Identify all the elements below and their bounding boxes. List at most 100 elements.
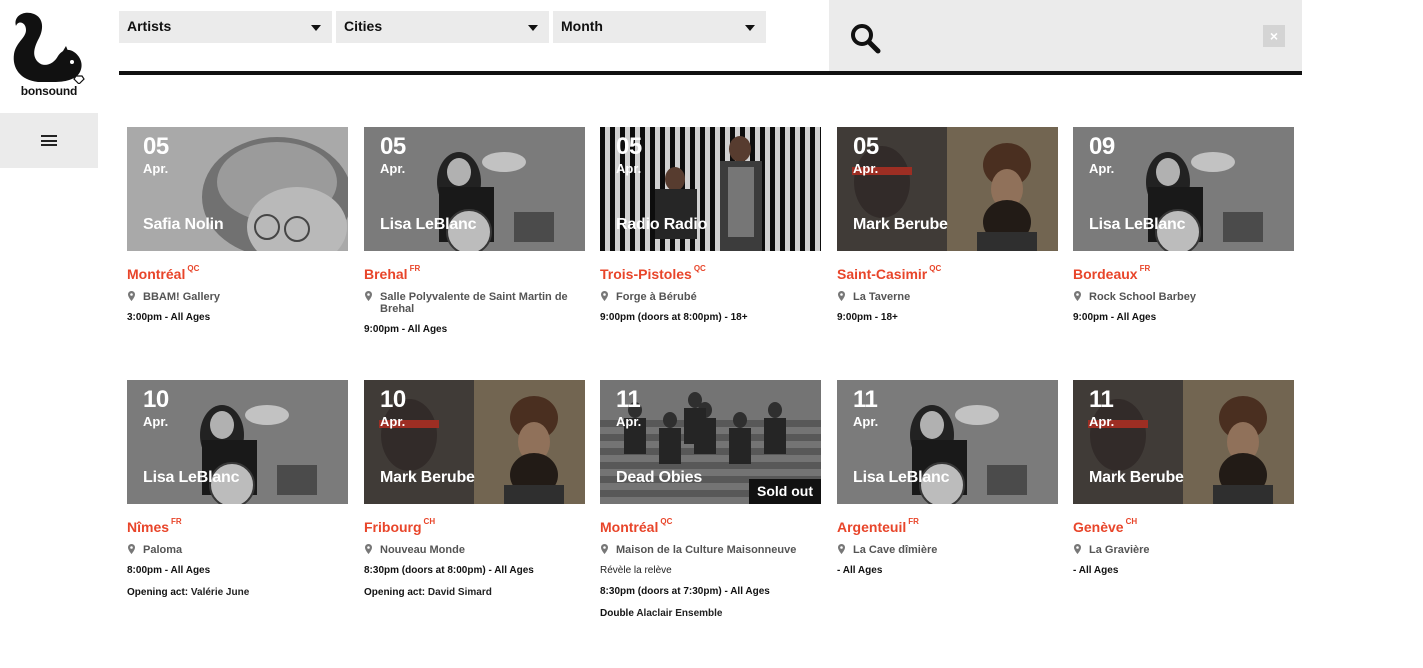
event-region: QC	[929, 264, 942, 273]
event-artist: Lisa LeBlanc	[380, 216, 477, 233]
event-artist: Lisa LeBlanc	[143, 469, 240, 486]
event-region: FR	[1139, 264, 1151, 273]
event-thumbnail[interactable]: 11 Apr. Lisa LeBlanc	[837, 380, 1058, 504]
event-city: Saint-Casimir	[837, 266, 928, 282]
event-thumbnail[interactable]: 05 Apr. Safia Nolin	[127, 127, 348, 251]
event-day: 10	[380, 386, 406, 413]
map-pin-icon	[365, 544, 372, 554]
event-day: 09	[1089, 133, 1115, 160]
event-region: CH	[1125, 517, 1138, 526]
event-month: Apr.	[143, 414, 169, 429]
event-city-link[interactable]: Trois-Pistoles QC	[600, 264, 821, 282]
artists-filter[interactable]: Artists	[119, 11, 332, 43]
cities-filter[interactable]: Cities	[336, 11, 549, 43]
event-month: Apr.	[616, 414, 642, 429]
event-day: 11	[616, 386, 641, 413]
event-artist: Dead Obies	[616, 469, 703, 486]
event-region: FR	[409, 264, 421, 273]
event-day: 10	[143, 386, 169, 413]
brand-name: bonsound	[20, 84, 78, 98]
event-thumbnail[interactable]: 10 Apr. Mark Berube	[364, 380, 585, 504]
event-day: 11	[1089, 386, 1114, 413]
event-venue: La Cave dîmière	[837, 544, 1058, 556]
event-month: Apr.	[1089, 414, 1115, 429]
event-thumbnail[interactable]: 11 Apr. Mark Berube	[1073, 380, 1294, 504]
header-divider	[119, 71, 1302, 75]
map-pin-icon	[365, 291, 372, 301]
event-thumbnail[interactable]: 05 Apr. Lisa LeBlanc	[364, 127, 585, 251]
event-venue: Paloma	[127, 544, 348, 556]
event-venue-name: BBAM! Gallery	[143, 291, 221, 303]
event-venue: BBAM! Gallery	[127, 291, 348, 303]
hamburger-icon	[41, 135, 57, 146]
event-thumbnail[interactable]: 09 Apr. Lisa LeBlanc	[1073, 127, 1294, 251]
event-day: 05	[853, 133, 879, 160]
event-time: 8:00pm - All Ages	[127, 565, 211, 576]
event-card: 09 Apr. Lisa LeBlanc Bordeaux FR Rock School …	[1073, 127, 1294, 324]
month-filter[interactable]: Month	[553, 11, 766, 43]
event-artist: Safia Nolin	[143, 216, 224, 233]
event-day: 05	[380, 133, 406, 160]
event-subtitle: Révèle la relève	[600, 565, 672, 576]
event-thumbnail[interactable]: 11 Apr. Dead Obies Sold out	[600, 380, 821, 504]
event-city-link[interactable]: Bordeaux FR	[1073, 264, 1294, 282]
map-pin-icon	[128, 291, 135, 301]
event-city-link[interactable]: Genève CH	[1073, 517, 1294, 535]
event-venue: La Taverne	[837, 291, 1058, 303]
brand-logo[interactable]: bonsound	[8, 10, 90, 102]
event-city-link[interactable]: Montréal QC	[600, 517, 821, 535]
event-region: QC	[187, 264, 200, 273]
event-thumbnail[interactable]: 05 Apr. Radio Radio	[600, 127, 821, 251]
event-city: Argenteuil	[837, 519, 907, 535]
event-card: 05 Apr. Mark Berube Saint-Casimir QC La Taver…	[837, 127, 1058, 324]
event-city-link[interactable]: Brehal FR	[364, 264, 585, 282]
squirrel-icon	[13, 12, 85, 84]
event-venue-name: Forge à Bérubé	[616, 291, 697, 303]
event-day: 05	[616, 133, 642, 160]
event-opening-act: Opening act: David Simard	[364, 587, 585, 599]
event-city-link[interactable]: Saint-Casimir QC	[837, 264, 1058, 282]
map-pin-icon	[601, 291, 608, 301]
event-city: Fribourg	[364, 519, 422, 535]
event-extra-label: Opening act:	[364, 587, 426, 598]
event-city-link[interactable]: Nîmes FR	[127, 517, 348, 535]
event-city-link[interactable]: Fribourg CH	[364, 517, 585, 535]
clear-search-button[interactable]: ×	[1263, 25, 1285, 47]
event-month: Apr.	[380, 414, 406, 429]
event-card: 05 Apr. Radio Radio Trois-Pistoles QC Forge à…	[600, 127, 821, 324]
event-thumbnail[interactable]: 05 Apr. Mark Berube	[837, 127, 1058, 251]
event-venue-name: Maison de la Culture Maisonneuve	[616, 544, 797, 556]
event-venue-name: La Gravière	[1089, 544, 1150, 556]
event-city-link[interactable]: Montréal QC	[127, 264, 348, 282]
artists-filter-label: Artists	[127, 18, 172, 34]
event-region: CH	[423, 517, 436, 526]
map-pin-icon	[1074, 544, 1081, 554]
search-icon[interactable]	[849, 22, 881, 54]
event-artist: Mark Berube	[1089, 469, 1184, 486]
menu-button[interactable]	[0, 113, 98, 168]
event-artist: Radio Radio	[616, 216, 708, 233]
event-venue-name: Nouveau Monde	[380, 544, 465, 556]
event-time: 9:00pm (doors at 8:00pm) - 18+	[600, 312, 748, 323]
event-thumbnail[interactable]: 10 Apr. Lisa LeBlanc	[127, 380, 348, 504]
month-filter-label: Month	[561, 18, 603, 34]
event-month: Apr.	[616, 161, 642, 176]
event-card: 11 Apr. Dead Obies Sold out Montréal QC Maison…	[600, 380, 821, 620]
event-month: Apr.	[853, 414, 879, 429]
event-card: 05 Apr. Lisa LeBlanc Brehal FR Salle Polyvale…	[364, 127, 585, 336]
event-extra-label: Opening act:	[127, 587, 189, 598]
event-opening-act: Opening act: Valérie June	[127, 587, 348, 599]
event-city-link[interactable]: Argenteuil FR	[837, 517, 1058, 535]
event-extra-value: Alaclair Ensemble	[636, 608, 723, 619]
event-venue: Nouveau Monde	[364, 544, 585, 556]
event-extra-label: Double	[600, 608, 634, 619]
event-city: Brehal	[364, 266, 408, 282]
cities-filter-label: Cities	[344, 18, 383, 34]
event-day: 11	[853, 386, 878, 413]
caret-down-icon	[528, 25, 538, 31]
event-time: - All Ages	[837, 565, 883, 576]
event-venue-name: Salle Polyvalente de Saint Martin de Bre…	[380, 291, 568, 315]
search-input[interactable]	[893, 18, 1253, 54]
sidebar: bonsound	[0, 0, 98, 668]
event-time: 8:30pm (doors at 7:30pm) - All Ages	[600, 586, 770, 597]
